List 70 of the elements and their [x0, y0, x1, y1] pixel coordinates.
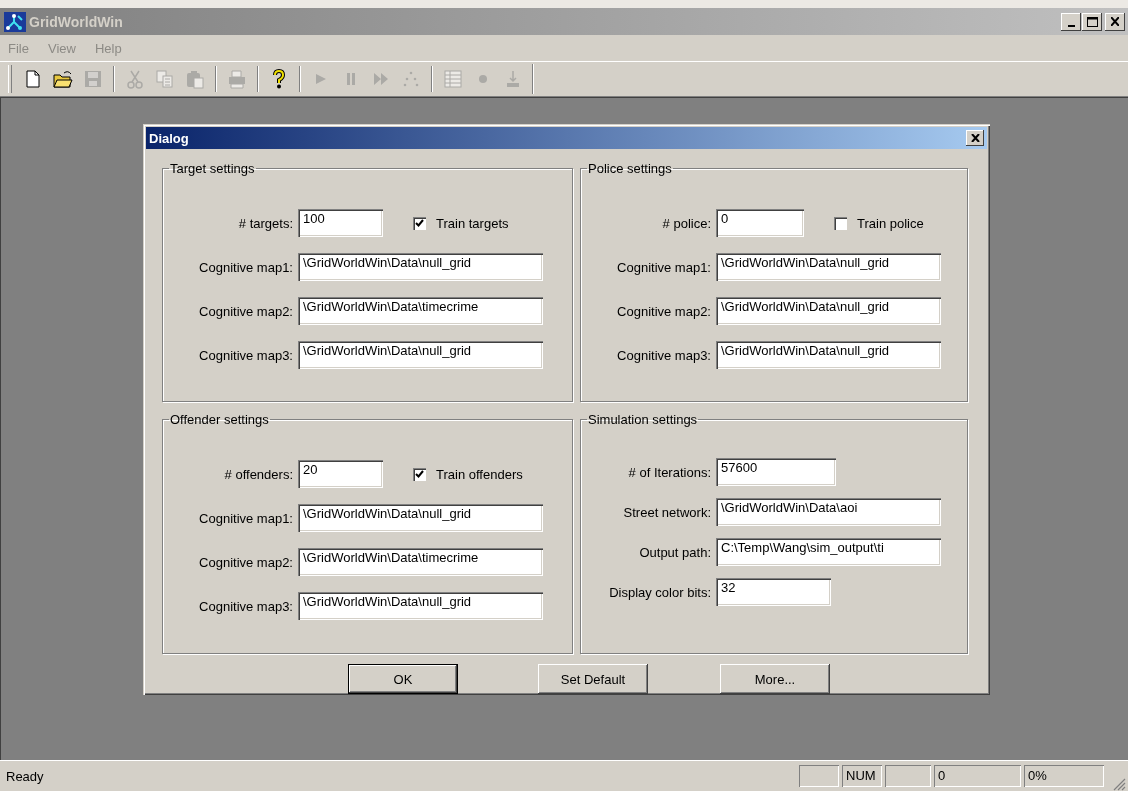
- dialog-button[interactable]: OK: [348, 664, 458, 694]
- input-field[interactable]: 57600: [716, 458, 836, 486]
- window-title: GridWorldWin: [29, 13, 124, 30]
- group-title: Target settings: [169, 161, 256, 176]
- status-pane: 0%: [1024, 765, 1104, 787]
- field-label: # of Iterations:: [627, 464, 711, 480]
- field-label: Cognitive map3:: [616, 347, 711, 363]
- field-label: Cognitive map1:: [616, 259, 711, 275]
- status-text: Ready: [6, 768, 45, 784]
- status-pane: 0: [934, 765, 1021, 787]
- field-label: # police:: [661, 215, 711, 231]
- input-field[interactable]: \GridWorldWin\Data\timecrime: [298, 548, 543, 576]
- checkmark-icon: [415, 469, 424, 479]
- input-field[interactable]: 20: [298, 460, 383, 488]
- group-title: Simulation settings: [587, 412, 699, 427]
- input-field[interactable]: 0: [716, 209, 804, 237]
- checkmark-icon: [415, 218, 424, 228]
- input-field[interactable]: \GridWorldWin\Data\null_grid: [716, 253, 941, 281]
- field-label: Display color bits:: [608, 584, 711, 600]
- input-field[interactable]: \GridWorldWin\Data\timecrime: [298, 297, 543, 325]
- input-field[interactable]: \GridWorldWin\Data\aoi: [716, 498, 941, 526]
- input-field[interactable]: \GridWorldWin\Data\null_grid: [298, 592, 543, 620]
- dialog-title: Dialog: [149, 130, 189, 146]
- open-folder-icon: [53, 69, 73, 89]
- maximize-icon: [1086, 16, 1098, 27]
- checkbox[interactable]: Train offenders: [413, 466, 523, 482]
- field-label: Cognitive map2:: [198, 554, 293, 570]
- input-field[interactable]: \GridWorldWin\Data\null_grid: [298, 253, 543, 281]
- new-file-icon: [23, 69, 43, 89]
- input-field[interactable]: \GridWorldWin\Data\null_grid: [716, 341, 941, 369]
- checkbox[interactable]: Train police: [834, 215, 924, 231]
- input-field[interactable]: \GridWorldWin\Data\null_grid: [298, 504, 543, 532]
- group-title: Police settings: [587, 161, 673, 176]
- field-label: # offenders:: [223, 466, 293, 482]
- grid-icon: [443, 69, 463, 89]
- cut-icon: [125, 69, 145, 89]
- close-icon: [1111, 17, 1119, 26]
- input-field[interactable]: 32: [716, 578, 831, 606]
- paste-icon: [185, 69, 205, 89]
- dialog-button[interactable]: More...: [720, 664, 830, 694]
- minimize-icon: [1067, 24, 1075, 27]
- input-field[interactable]: \GridWorldWin\Data\null_grid: [298, 341, 543, 369]
- input-field[interactable]: 100: [298, 209, 383, 237]
- field-label: Cognitive map2:: [616, 303, 711, 319]
- group-title: Offender settings: [169, 412, 270, 427]
- close-button[interactable]: [1105, 12, 1125, 31]
- status-pane: [799, 765, 839, 787]
- field-label: Street network:: [622, 504, 711, 520]
- dots-icon: [401, 69, 421, 89]
- app-logo-icon: [4, 11, 26, 32]
- print-icon: [227, 69, 247, 89]
- close-icon: [970, 134, 980, 142]
- input-field[interactable]: \GridWorldWin\Data\null_grid: [716, 297, 941, 325]
- field-label: Cognitive map2:: [198, 303, 293, 319]
- status-pane: NUM: [842, 765, 882, 787]
- input-field[interactable]: C:\Temp\Wang\sim_output\ti: [716, 538, 941, 566]
- field-label: Output path:: [638, 544, 711, 560]
- dialog-button[interactable]: Set Default: [538, 664, 648, 694]
- copy-icon: [155, 69, 175, 89]
- field-label: Cognitive map1:: [198, 510, 293, 526]
- status-pane: [885, 765, 931, 787]
- close-button[interactable]: [966, 130, 984, 146]
- checkbox[interactable]: Train targets: [413, 215, 509, 231]
- maximize-button[interactable]: [1082, 12, 1102, 31]
- save-icon: [83, 69, 103, 89]
- minimize-button[interactable]: [1061, 12, 1081, 31]
- field-label: Cognitive map1:: [198, 259, 293, 275]
- field-label: Cognitive map3:: [198, 598, 293, 614]
- field-label: # targets:: [237, 215, 293, 231]
- field-label: Cognitive map3:: [198, 347, 293, 363]
